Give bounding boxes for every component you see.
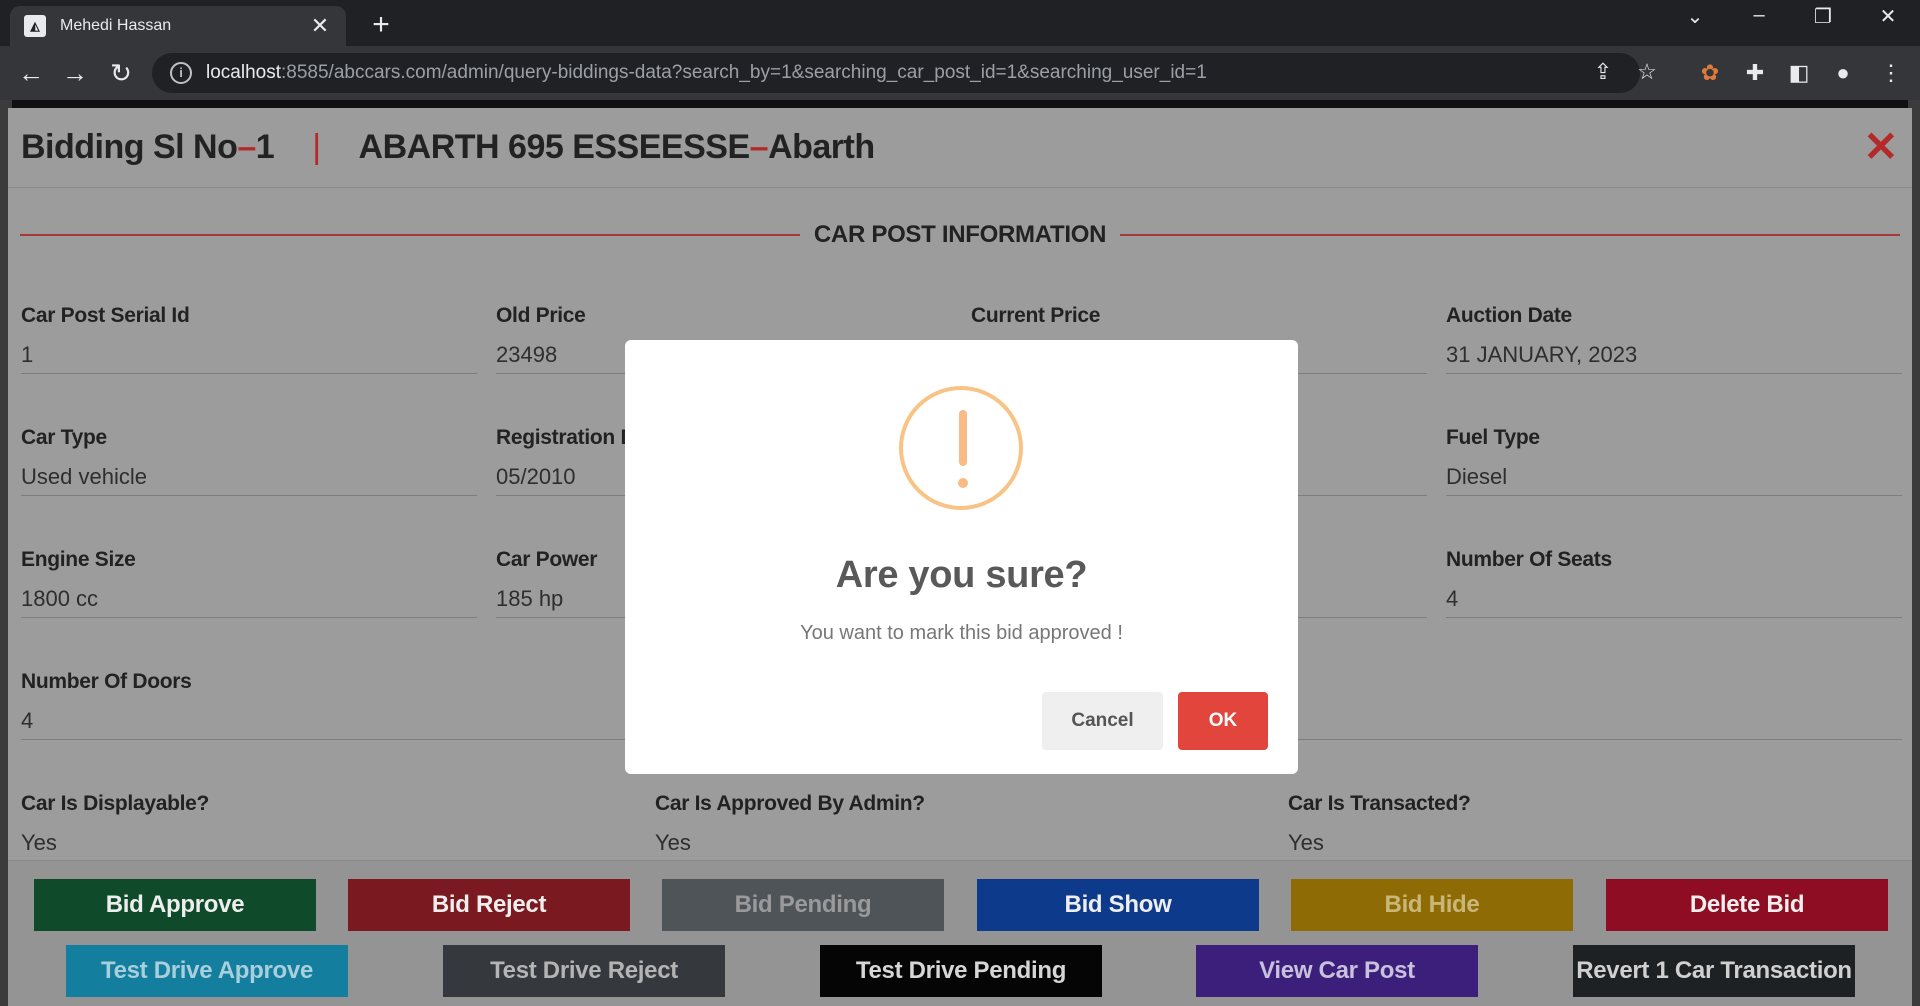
bid-hide-button[interactable]: Bid Hide	[1291, 879, 1573, 931]
bid-approve-button[interactable]: Bid Approve	[34, 879, 316, 931]
bidding-sl-no: 1	[255, 128, 275, 166]
url-text: localhost:8585/abccars.com/admin/query-b…	[206, 62, 1207, 83]
menu-kebab-icon[interactable]: ⋮	[1876, 58, 1906, 88]
field-car-type: Car Type Used vehicle	[21, 426, 477, 496]
confirm-dialog: Are you sure? You want to mark this bid …	[625, 340, 1298, 774]
tab-title: Mehedi Hassan	[60, 17, 172, 34]
field-auction-date: Auction Date 31 JANUARY, 2023	[1446, 304, 1902, 374]
cancel-button[interactable]: Cancel	[1042, 692, 1163, 750]
header-separator: |	[312, 128, 321, 166]
side-panel-icon[interactable]: ◧	[1784, 58, 1814, 88]
revert-transaction-button[interactable]: Revert 1 Car Transaction	[1573, 945, 1855, 997]
bidding-prefix: Bidding Sl No	[21, 128, 238, 166]
field-car-post-serial-id: Car Post Serial Id 1	[21, 304, 477, 374]
field-car-is-approved: Car Is Approved By Admin? Yes	[655, 792, 925, 855]
delete-bid-button[interactable]: Delete Bid	[1606, 879, 1888, 931]
site-info-icon[interactable]: i	[170, 62, 192, 84]
bid-show-button[interactable]: Bid Show	[977, 879, 1259, 931]
minimize-icon[interactable]: –	[1739, 4, 1779, 27]
warning-icon	[899, 386, 1023, 510]
bookmark-star-icon[interactable]: ☆	[1632, 59, 1662, 85]
favicon-icon: ◭	[24, 15, 46, 37]
field-fuel-type: Fuel Type Diesel	[1446, 426, 1902, 496]
bid-pending-button[interactable]: Bid Pending	[662, 879, 944, 931]
divider	[20, 234, 800, 236]
field-engine-size: Engine Size 1800 cc	[21, 548, 477, 618]
dialog-message: You want to mark this bid approved !	[800, 622, 1123, 644]
section-title: CAR POST INFORMATION	[20, 220, 1900, 250]
test-drive-approve-button[interactable]: Test Drive Approve	[66, 945, 348, 997]
new-tab-button[interactable]: +	[364, 8, 398, 42]
header-dash: –	[749, 128, 769, 166]
window-close-icon[interactable]: ✕	[1868, 4, 1908, 29]
page-topbar	[12, 100, 1908, 108]
header-dash: –	[237, 128, 256, 166]
test-drive-pending-button[interactable]: Test Drive Pending	[820, 945, 1102, 997]
divider	[1120, 234, 1900, 236]
field-car-is-transacted: Car Is Transacted? Yes	[1288, 792, 1471, 855]
browser-tab[interactable]: ◭ Mehedi Hassan ✕	[10, 6, 346, 46]
tab-search-icon[interactable]: ⌄	[1675, 4, 1715, 29]
address-bar[interactable]: i localhost:8585/abccars.com/admin/query…	[152, 53, 1657, 93]
car-name: ABARTH 695 ESSEESSE	[358, 128, 751, 166]
share-icon[interactable]: ⇪	[1588, 59, 1618, 85]
restore-icon[interactable]: ❐	[1803, 4, 1843, 29]
forward-icon[interactable]: →	[58, 56, 92, 90]
browser-toolbar: ← → ↻ i localhost:8585/abccars.com/admin…	[0, 46, 1920, 100]
dialog-title: Are you sure?	[835, 554, 1088, 596]
extensions-puzzle-icon[interactable]: ✚	[1740, 58, 1770, 88]
test-drive-reject-button[interactable]: Test Drive Reject	[443, 945, 725, 997]
field-car-is-displayable: Car Is Displayable? Yes	[21, 792, 210, 855]
car-brand: Abarth	[768, 128, 875, 166]
reload-icon[interactable]: ↻	[104, 56, 138, 90]
bid-reject-button[interactable]: Bid Reject	[348, 879, 630, 931]
browser-tabstrip: ◭ Mehedi Hassan ✕ + ⌄ – ❐ ✕	[0, 0, 1920, 46]
card-header: Bidding Sl No – 1 | ABARTH 695 ESSEESSE …	[8, 108, 1912, 188]
profile-icon[interactable]: ●	[1828, 58, 1858, 88]
action-bar: Bid Approve Bid Reject Bid Pending Bid S…	[8, 860, 1912, 1006]
ok-button[interactable]: OK	[1178, 692, 1268, 750]
cookie-extension-icon[interactable]: ✿	[1695, 58, 1725, 88]
close-icon[interactable]: ✕	[1863, 122, 1898, 171]
field-number-of-seats: Number Of Seats 4	[1446, 548, 1902, 618]
view-car-post-button[interactable]: View Car Post	[1196, 945, 1478, 997]
back-icon[interactable]: ←	[14, 56, 48, 90]
tab-close-icon[interactable]: ✕	[308, 13, 332, 39]
